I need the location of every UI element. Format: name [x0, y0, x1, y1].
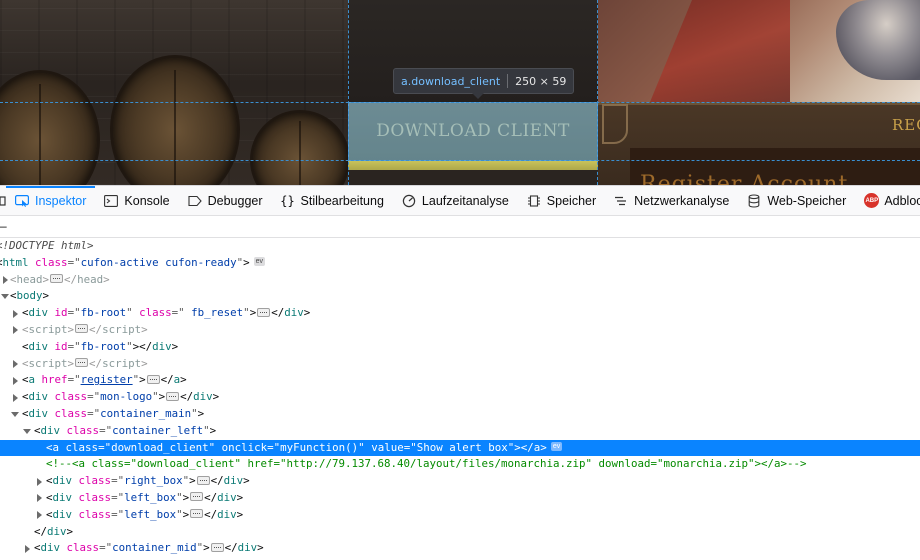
- ellipsis-icon[interactable]: [196, 475, 210, 485]
- markup-line-left-box[interactable]: <div class="left_box"> </div>: [0, 490, 920, 507]
- tooltip-dimensions: 250 × 59: [515, 74, 567, 88]
- markup-line-body[interactable]: <body>: [0, 288, 920, 305]
- debugger-icon: [188, 194, 202, 208]
- guide-line: [597, 0, 598, 185]
- tab-adblock[interactable]: ABP Adbloc: [855, 186, 920, 215]
- button-underline-bar: [348, 161, 598, 170]
- network-icon: [614, 194, 628, 208]
- guide-line: [0, 160, 920, 161]
- download-client-label: DOWNLOAD CLIENT: [376, 121, 570, 141]
- ellipsis-icon[interactable]: [210, 542, 224, 552]
- expand-toggle-icon[interactable]: [22, 540, 32, 557]
- ellipsis-icon[interactable]: [190, 492, 204, 502]
- markup-view: <!DOCTYPE html> <html class="cufon-activ…: [0, 238, 920, 560]
- expand-toggle-icon[interactable]: [10, 322, 20, 339]
- markup-line-fb-root-empty[interactable]: <div id="fb-root"></div>: [0, 339, 920, 356]
- event-badge[interactable]: ev: [550, 442, 563, 452]
- ornament-icon: [602, 104, 628, 144]
- collapse-toggle-icon[interactable]: [10, 406, 20, 423]
- markup-line-close-div[interactable]: </div>: [0, 524, 920, 541]
- markup-line-selected[interactable]: <a class="download_client" onclick="myFu…: [0, 439, 920, 457]
- markup-line-register-link[interactable]: <a href="register"> </a>: [0, 372, 920, 389]
- tab-web-speicher[interactable]: Web-Speicher: [738, 186, 855, 215]
- tab-konsole[interactable]: Konsole: [95, 186, 178, 215]
- expand-toggle-icon[interactable]: [34, 490, 44, 507]
- performance-icon: [402, 194, 416, 208]
- markup-line-container-left[interactable]: <div class="container_left">: [0, 423, 920, 440]
- ellipsis-icon[interactable]: [50, 274, 64, 284]
- markup-search-row[interactable]: –: [0, 216, 920, 238]
- page-viewport: Register Account REG DOWNLOAD CLIENT a.d…: [0, 0, 920, 185]
- register-heading: REG: [892, 116, 920, 134]
- ellipsis-icon[interactable]: [257, 307, 271, 317]
- tooltip-selector: a.download_client: [401, 74, 501, 88]
- memory-icon: [527, 194, 541, 208]
- search-indicator: –: [0, 219, 7, 233]
- markup-line-fb-root[interactable]: <div id="fb-root" class=" fb_reset"> </di…: [0, 305, 920, 322]
- ellipsis-icon[interactable]: [146, 374, 160, 384]
- expand-toggle-icon[interactable]: [10, 305, 20, 322]
- tab-debugger[interactable]: Debugger: [179, 186, 272, 215]
- markup-line-html[interactable]: <html class="cufon-active cufon-ready">e…: [0, 255, 920, 272]
- highlighter-tooltip: a.download_client 250 × 59: [393, 68, 575, 99]
- markup-line-head[interactable]: <head> </head>: [0, 272, 920, 289]
- register-panel-title: Register Account: [640, 172, 849, 185]
- expand-toggle-icon[interactable]: [34, 473, 44, 490]
- markup-line-container-mid[interactable]: <div class="container_mid"> </div>: [0, 540, 920, 557]
- devtools-toolbar: Inspektor Konsole Debugger {} Stilbearbe…: [0, 185, 920, 216]
- register-link[interactable]: register: [81, 373, 133, 386]
- event-badge[interactable]: ev: [253, 257, 266, 267]
- ellipsis-icon[interactable]: [166, 391, 180, 401]
- markup-line-mon-logo[interactable]: <div class="mon-logo"> </div>: [0, 389, 920, 406]
- storage-icon: [747, 193, 761, 208]
- expand-toggle-icon[interactable]: [34, 507, 44, 524]
- markup-line-container-main[interactable]: <div class="container_main">: [0, 406, 920, 423]
- markup-line-right-box[interactable]: <div class="right_box"> </div>: [0, 473, 920, 490]
- markup-line-script[interactable]: <script> </script>: [0, 322, 920, 339]
- expand-toggle-icon[interactable]: [10, 372, 20, 389]
- expand-toggle-icon[interactable]: [10, 356, 20, 373]
- guide-line: [348, 0, 349, 185]
- expand-toggle-icon[interactable]: [0, 272, 10, 289]
- markup-line-doctype[interactable]: <!DOCTYPE html>: [0, 238, 920, 255]
- abp-icon: ABP: [864, 193, 880, 208]
- tab-stilbearbeitung[interactable]: {} Stilbearbeitung: [272, 186, 393, 215]
- markup-line-comment[interactable]: <!--<a class="download_client" href="htt…: [0, 456, 920, 473]
- ellipsis-icon[interactable]: [190, 509, 204, 519]
- tab-laufzeitanalyse[interactable]: Laufzeitanalyse: [393, 186, 518, 215]
- console-icon: [104, 194, 119, 208]
- tab-inspektor[interactable]: Inspektor: [6, 186, 96, 215]
- collapse-toggle-icon[interactable]: [22, 423, 32, 440]
- tab-speicher[interactable]: Speicher: [518, 186, 605, 215]
- ellipsis-icon[interactable]: [75, 324, 89, 334]
- collapse-toggle-icon[interactable]: [0, 288, 10, 305]
- tab-netzwerkanalyse[interactable]: Netzwerkanalyse: [605, 186, 738, 215]
- markup-line-script[interactable]: <script> </script>: [0, 356, 920, 373]
- download-client-button[interactable]: DOWNLOAD CLIENT: [348, 102, 598, 161]
- inspector-icon: [15, 194, 29, 208]
- guide-line: [0, 102, 920, 103]
- markup-line-left-box[interactable]: <div class="left_box"> </div>: [0, 507, 920, 524]
- ellipsis-icon[interactable]: [75, 358, 89, 368]
- braces-icon: {}: [280, 193, 295, 208]
- expand-toggle-icon[interactable]: [10, 389, 20, 406]
